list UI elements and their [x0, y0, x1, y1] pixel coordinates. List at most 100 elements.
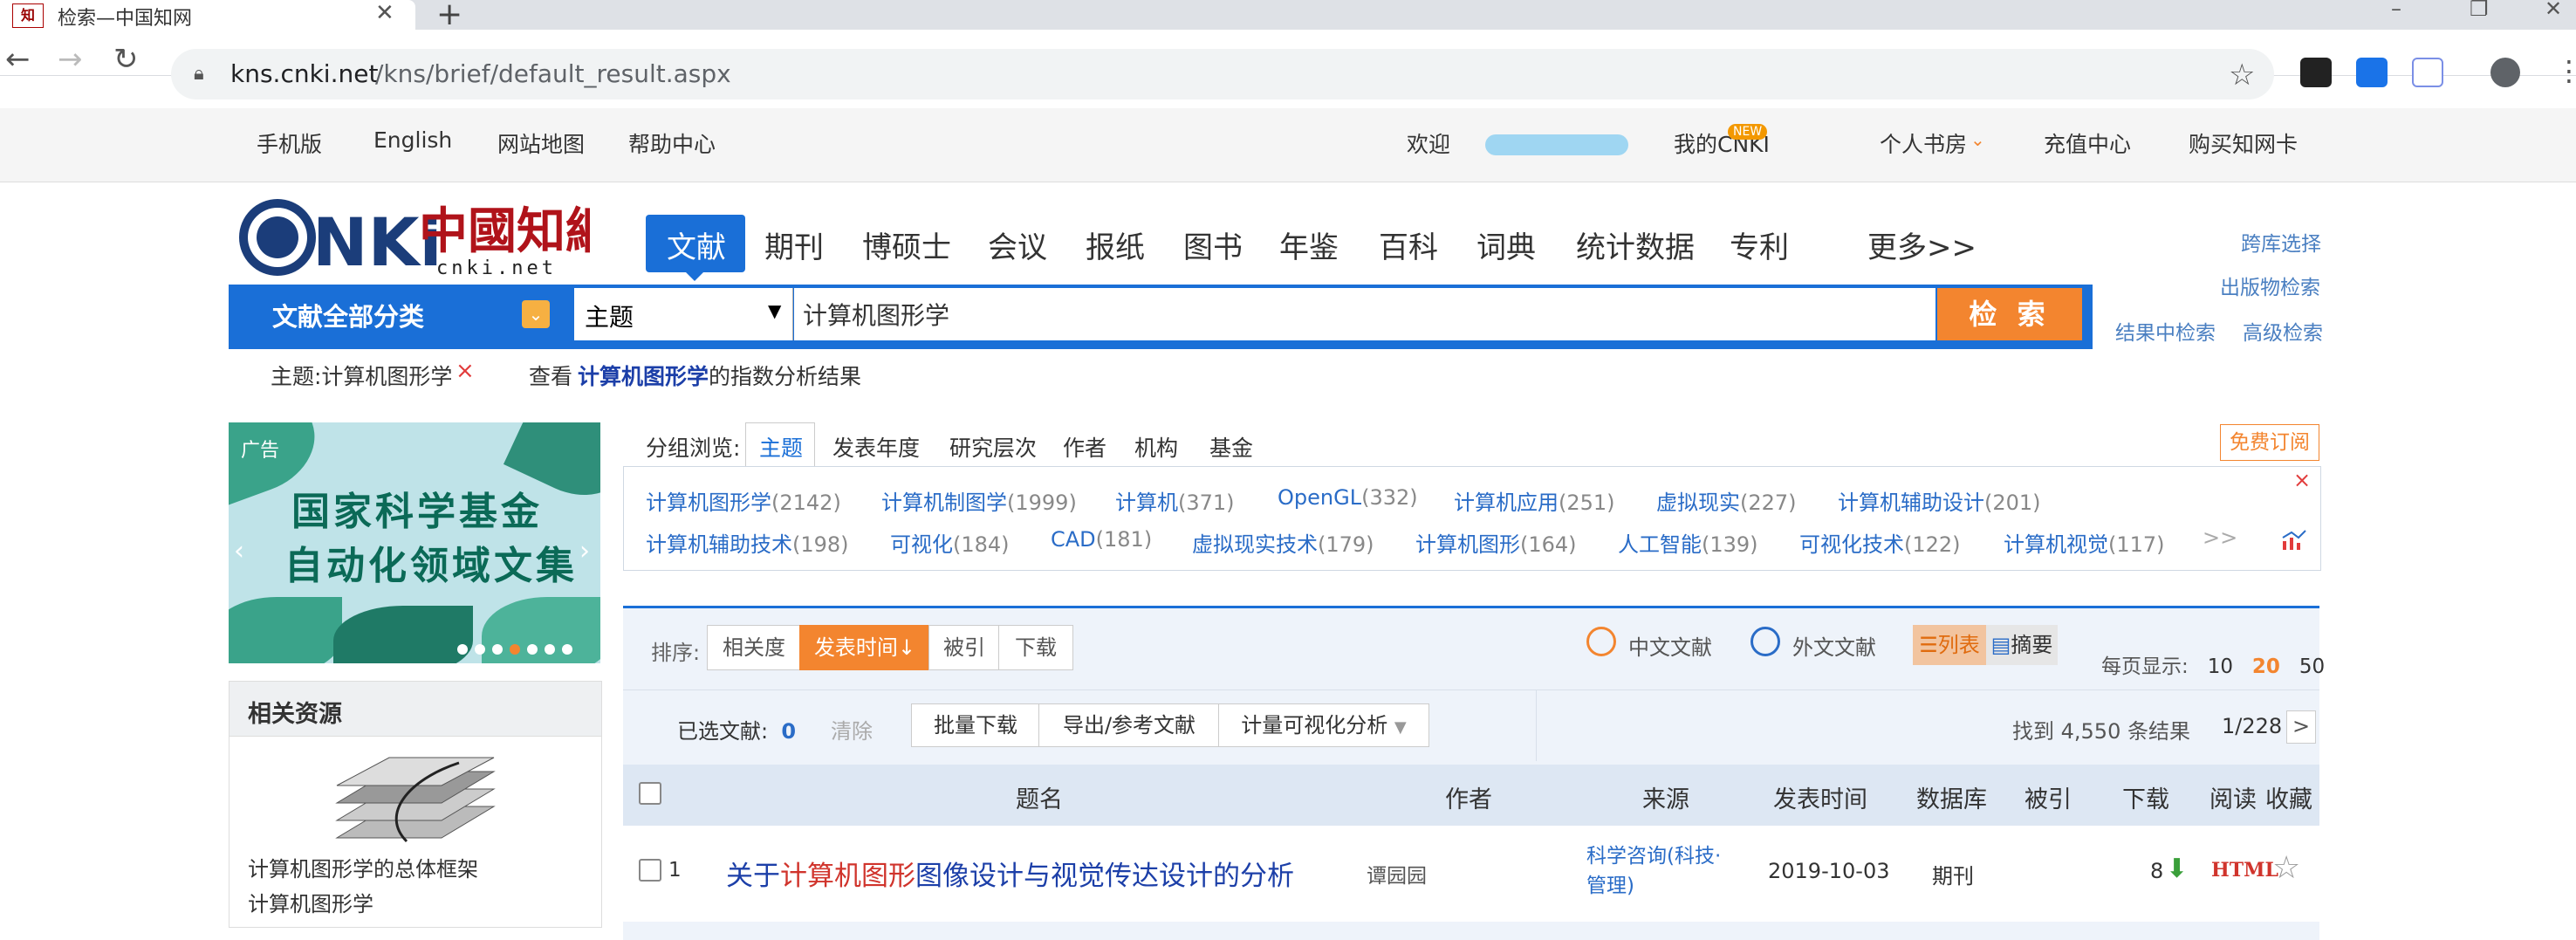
bookmark-star-icon[interactable]: ☆: [2229, 58, 2255, 93]
facet-item[interactable]: 计算机图形(164): [1415, 527, 1577, 558]
article-author-link[interactable]: 谭园园: [1367, 859, 1427, 889]
publication-search-link[interactable]: 出版物检索: [2220, 271, 2320, 300]
select-all-checkbox[interactable]: [639, 782, 661, 805]
lock-icon[interactable]: 🔒︎: [194, 63, 204, 85]
close-facets-icon[interactable]: ×: [2293, 468, 2311, 492]
new-tab-icon[interactable]: +: [436, 0, 462, 32]
advanced-search-link[interactable]: 高级检索: [2243, 316, 2323, 346]
search-extension-icon[interactable]: [2356, 58, 2388, 87]
per-page-20[interactable]: 20: [2252, 655, 2280, 678]
facet-item[interactable]: 计算机视觉(117): [2004, 527, 2165, 558]
close-tab-icon[interactable]: ✕: [375, 0, 394, 26]
browser-menu-icon[interactable]: ⋮: [2555, 54, 2576, 87]
minimize-icon[interactable]: –: [2391, 0, 2401, 21]
carousel-next-icon[interactable]: ›: [579, 536, 590, 566]
carousel-dot[interactable]: [492, 644, 503, 655]
carousel-dot-active[interactable]: [510, 644, 520, 655]
category-dropdown-icon[interactable]: ⌄: [522, 300, 550, 328]
nav-tab-newspapers[interactable]: 报纸: [1086, 223, 1145, 266]
nav-tab-yearbooks[interactable]: 年鉴: [1279, 223, 1339, 266]
help-link[interactable]: 帮助中心: [628, 127, 716, 159]
related-subcaption[interactable]: 计算机图形学: [248, 887, 373, 917]
nav-tab-journals[interactable]: 期刊: [764, 223, 824, 266]
chevron-down-icon[interactable]: ⌄: [1970, 129, 1985, 150]
view-list-button[interactable]: ☰列表: [1913, 625, 1986, 665]
profile-avatar-icon[interactable]: [2490, 58, 2520, 87]
facet-item[interactable]: 计算机图形学(2142): [646, 485, 841, 516]
article-title-link[interactable]: 关于计算机图形图像设计与视觉传达设计的分析: [726, 854, 1294, 893]
index-analysis-link[interactable]: 计算机图形学: [578, 360, 709, 391]
facet-item[interactable]: 计算机(371): [1115, 485, 1235, 516]
cross-db-select-link[interactable]: 跨库选择: [2241, 227, 2321, 257]
carousel-dot[interactable]: [475, 644, 485, 655]
nav-tab-conferences[interactable]: 会议: [988, 223, 1047, 266]
nav-tab-more[interactable]: 更多>>: [1867, 223, 1977, 266]
extension-icon[interactable]: [2300, 58, 2332, 87]
category-label[interactable]: 文献全部分类: [272, 297, 424, 333]
sort-date-button[interactable]: 发表时间↓: [799, 625, 930, 670]
facet-item[interactable]: 虚拟现实(227): [1656, 485, 1797, 516]
batch-download-button[interactable]: 批量下载: [911, 703, 1040, 747]
nav-tab-literature[interactable]: 文献: [667, 223, 726, 266]
carousel-dot[interactable]: [545, 644, 555, 655]
clear-selection-button[interactable]: 清除: [831, 714, 873, 744]
sitemap-link[interactable]: 网站地图: [497, 127, 585, 159]
english-link[interactable]: English: [373, 127, 452, 153]
group-tab-year[interactable]: 发表年度: [832, 431, 920, 463]
export-references-button[interactable]: 导出/参考文献: [1038, 703, 1220, 747]
facet-item[interactable]: 可视化(184): [890, 527, 1010, 558]
sort-cited-button[interactable]: 被引: [928, 625, 1000, 670]
group-tab-topic[interactable]: 主题: [759, 431, 803, 463]
visualization-analysis-button[interactable]: 计量可视化分析 ▼: [1218, 703, 1429, 747]
sort-relevance-button[interactable]: 相关度: [707, 625, 801, 670]
nav-tab-patents[interactable]: 专利: [1730, 223, 1789, 266]
group-tab-institution[interactable]: 机构: [1134, 431, 1178, 463]
forward-icon[interactable]: →: [58, 42, 83, 77]
related-caption[interactable]: 计算机图形学的总体框架: [248, 852, 478, 882]
ad-banner[interactable]: 广告 国家科学基金 自动化领域文集 ‹ ›: [229, 422, 600, 663]
carousel-dot[interactable]: [527, 644, 538, 655]
nav-tab-books[interactable]: 图书: [1183, 223, 1243, 266]
carousel-prev-icon[interactable]: ‹: [234, 536, 244, 566]
bird-extension-icon[interactable]: [2412, 58, 2443, 87]
nav-tab-encyclopedia[interactable]: 百科: [1379, 223, 1438, 266]
article-source-link[interactable]: 科学咨询(科技· 管理): [1586, 841, 1721, 901]
row-checkbox[interactable]: [639, 859, 661, 882]
search-input[interactable]: [794, 288, 1935, 340]
reload-icon[interactable]: ↻: [113, 42, 139, 77]
buy-card-link[interactable]: 购买知网卡: [2189, 127, 2298, 159]
group-tab-fund[interactable]: 基金: [1209, 431, 1253, 463]
facet-item[interactable]: 计算机辅助技术(198): [646, 527, 849, 558]
group-tab-level[interactable]: 研究层次: [949, 431, 1037, 463]
select-arrow-icon[interactable]: ▼: [768, 300, 781, 321]
facet-item[interactable]: 人工智能(139): [1618, 527, 1758, 558]
favorite-star-icon[interactable]: ☆: [2272, 850, 2300, 886]
foreign-lit-link[interactable]: 外文文献: [1792, 630, 1876, 661]
chart-icon[interactable]: [2281, 529, 2307, 552]
nav-tab-dictionary[interactable]: 词典: [1476, 223, 1536, 266]
cnki-logo[interactable]: NKi 中國知網 cnki.net: [232, 194, 590, 281]
related-diagram-thumbnail[interactable]: [328, 754, 503, 847]
next-page-button[interactable]: >: [2286, 710, 2316, 744]
search-in-results-link[interactable]: 结果中检索: [2115, 316, 2216, 346]
mobile-link[interactable]: 手机版: [257, 127, 322, 159]
facet-item[interactable]: 计算机制图学(1999): [881, 485, 1077, 516]
group-tab-author[interactable]: 作者: [1063, 431, 1106, 463]
window-close-icon[interactable]: ✕: [2545, 0, 2562, 21]
nav-tab-theses[interactable]: 博硕士: [862, 223, 951, 266]
html-read-icon[interactable]: HTML: [2211, 859, 2278, 882]
bookshelf-link[interactable]: 个人书房: [1880, 127, 1967, 159]
view-abstract-button[interactable]: ▤摘要: [1986, 625, 2058, 665]
restore-icon[interactable]: ❐: [2470, 0, 2489, 21]
per-page-10[interactable]: 10: [2208, 655, 2233, 678]
search-button[interactable]: 检 索: [1937, 288, 2082, 340]
nav-tab-statistics[interactable]: 统计数据: [1576, 223, 1695, 266]
chinese-lit-icon[interactable]: [1586, 627, 1616, 656]
carousel-dot[interactable]: [562, 644, 572, 655]
recharge-link[interactable]: 充值中心: [2044, 127, 2131, 159]
facet-item[interactable]: OpenGL(332): [1278, 485, 1418, 510]
carousel-dot[interactable]: [457, 644, 468, 655]
facet-item[interactable]: 虚拟现实技术(179): [1192, 527, 1374, 558]
facet-item[interactable]: 计算机辅助设计(201): [1838, 485, 2041, 516]
foreign-lit-icon[interactable]: [1750, 627, 1780, 656]
